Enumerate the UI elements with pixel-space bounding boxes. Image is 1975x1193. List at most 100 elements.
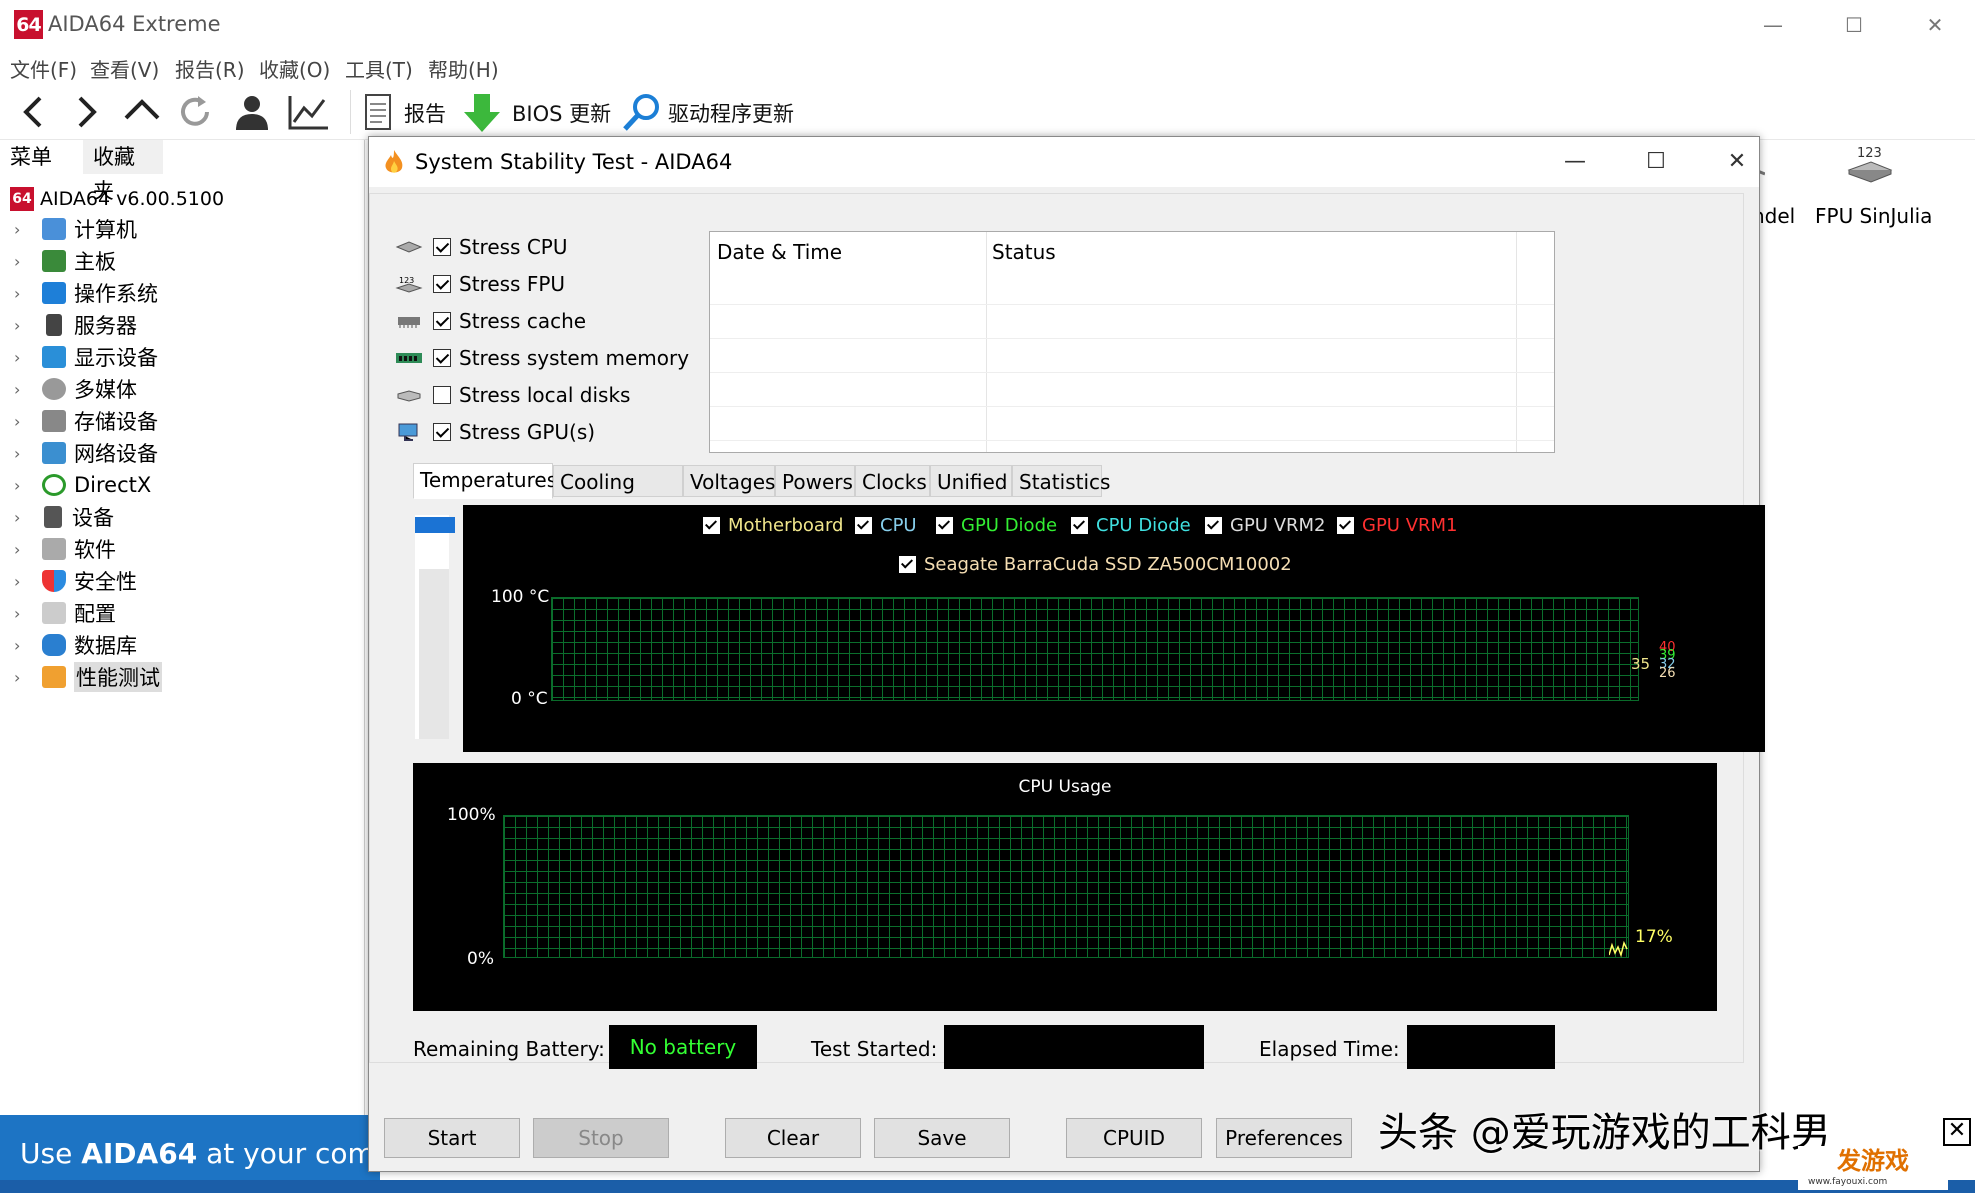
back-arrow-icon[interactable]: [12, 92, 56, 132]
stress-memory-checkbox[interactable]: [433, 349, 451, 367]
legend-checkbox[interactable]: [703, 517, 720, 534]
maximize-button[interactable]: ☐: [1837, 10, 1871, 40]
stop-button[interactable]: Stop: [533, 1118, 669, 1158]
dialog-close-button[interactable]: ✕: [1717, 147, 1757, 177]
tab-powers[interactable]: Powers: [775, 465, 855, 497]
legend-cpu-diode[interactable]: CPU Diode: [1071, 515, 1191, 536]
tree-item-server[interactable]: › 服务器: [14, 310, 137, 340]
menu-report[interactable]: 报告(R): [175, 54, 245, 83]
tree-item-directx[interactable]: › DirectX: [14, 470, 151, 500]
bios-update-download-icon[interactable]: [460, 92, 504, 132]
legend-gpu-vrm1[interactable]: GPU VRM1: [1337, 515, 1458, 536]
tree-item-storage[interactable]: › 存储设备: [14, 406, 158, 436]
report-button-label[interactable]: 报告: [404, 98, 446, 128]
chevron-right-icon[interactable]: ›: [14, 412, 32, 431]
tree-root[interactable]: 64 AIDA64 v6.00.5100: [10, 184, 224, 214]
tree-item-benchmark[interactable]: › 性能测试: [14, 662, 162, 692]
legend-checkbox[interactable]: [936, 517, 953, 534]
legend-gpu-diode[interactable]: GPU Diode: [936, 515, 1057, 536]
tree-item-security[interactable]: › 安全性: [14, 566, 137, 596]
legend-gpu-vrm2[interactable]: GPU VRM2: [1205, 515, 1326, 536]
chevron-right-icon[interactable]: ›: [14, 220, 32, 239]
menu-view[interactable]: 查看(V): [90, 54, 159, 83]
chevron-right-icon[interactable]: ›: [14, 668, 32, 687]
close-button[interactable]: ✕: [1918, 10, 1952, 40]
stress-memory-option[interactable]: Stress system memory: [395, 344, 689, 372]
stress-cpu-option[interactable]: Stress CPU: [395, 233, 568, 261]
chevron-right-icon[interactable]: ›: [14, 348, 32, 367]
stress-cache-option[interactable]: Stress cache: [395, 307, 586, 335]
up-arrow-icon[interactable]: [120, 92, 164, 132]
tab-unified[interactable]: Unified: [930, 465, 1012, 497]
tab-voltages[interactable]: Voltages: [683, 465, 775, 497]
tree-item-database[interactable]: › 数据库: [14, 630, 137, 660]
chevron-right-icon[interactable]: ›: [14, 540, 32, 559]
tree-item-software[interactable]: › 软件: [14, 534, 116, 564]
stress-fpu-checkbox[interactable]: [433, 275, 451, 293]
chevron-right-icon[interactable]: ›: [14, 252, 32, 271]
tree-item-devices[interactable]: › 设备: [14, 502, 114, 532]
preferences-button[interactable]: Preferences: [1216, 1118, 1352, 1158]
menu-file[interactable]: 文件(F): [10, 54, 77, 83]
close-icon[interactable]: ✕: [1943, 1118, 1971, 1146]
stress-cache-checkbox[interactable]: [433, 312, 451, 330]
tree-item-config[interactable]: › 配置: [14, 598, 116, 628]
legend-motherboard[interactable]: Motherboard: [703, 515, 843, 536]
tab-statistics[interactable]: Statistics: [1012, 465, 1110, 497]
legend-checkbox[interactable]: [899, 556, 916, 573]
tab-menu[interactable]: 菜单: [0, 140, 62, 174]
sensor-list-scrollbar[interactable]: [419, 569, 449, 739]
stress-disks-option[interactable]: Stress local disks: [395, 381, 630, 409]
date-time-header[interactable]: Date & Time: [717, 240, 842, 264]
report-document-icon[interactable]: [356, 92, 400, 132]
menu-help[interactable]: 帮助(H): [428, 54, 499, 83]
refresh-icon[interactable]: [174, 92, 218, 132]
chevron-right-icon[interactable]: ›: [14, 508, 32, 527]
chevron-right-icon[interactable]: ›: [14, 284, 32, 303]
chevron-right-icon[interactable]: ›: [14, 476, 32, 495]
dialog-minimize-button[interactable]: —: [1555, 147, 1595, 177]
chevron-right-icon[interactable]: ›: [14, 316, 32, 335]
tab-cooling-fans[interactable]: Cooling Fans: [553, 465, 683, 526]
chevron-right-icon[interactable]: ›: [14, 604, 32, 623]
graph-icon[interactable]: [286, 92, 330, 132]
dialog-maximize-button[interactable]: ☐: [1636, 147, 1676, 177]
chevron-right-icon[interactable]: ›: [14, 380, 32, 399]
driver-update-search-icon[interactable]: [620, 92, 664, 132]
cpuid-button[interactable]: CPUID: [1066, 1118, 1202, 1158]
sensor-list-scroll-thumb[interactable]: [415, 517, 455, 533]
status-header[interactable]: Status: [992, 240, 1056, 264]
bios-update-label[interactable]: BIOS 更新: [512, 98, 611, 128]
tree-item-motherboard[interactable]: › 主板: [14, 246, 116, 276]
tab-clocks[interactable]: Clocks: [855, 465, 930, 497]
tree-item-multimedia[interactable]: › 多媒体: [14, 374, 137, 404]
chevron-right-icon[interactable]: ›: [14, 444, 32, 463]
chevron-right-icon[interactable]: ›: [14, 636, 32, 655]
tab-favorites[interactable]: 收藏夹: [83, 140, 163, 203]
legend-checkbox[interactable]: [855, 517, 872, 534]
chevron-right-icon[interactable]: ›: [14, 572, 32, 591]
legend-checkbox[interactable]: [1337, 517, 1354, 534]
legend-checkbox[interactable]: [1071, 517, 1088, 534]
menu-tools[interactable]: 工具(T): [345, 54, 413, 83]
legend-cpu[interactable]: CPU: [855, 515, 917, 536]
legend-ssd[interactable]: Seagate BarraCuda SSD ZA500CM10002: [899, 554, 1292, 575]
stress-gpu-checkbox[interactable]: [433, 423, 451, 441]
minimize-button[interactable]: —: [1756, 10, 1790, 40]
menu-favorites[interactable]: 收藏(O): [259, 54, 330, 83]
stress-cpu-checkbox[interactable]: [433, 238, 451, 256]
clear-button[interactable]: Clear: [725, 1118, 861, 1158]
tree-item-os[interactable]: › 操作系统: [14, 278, 158, 308]
fpu-sinjulia-label[interactable]: FPU SinJulia: [1815, 204, 1932, 228]
driver-update-label[interactable]: 驱动程序更新: [668, 98, 794, 128]
start-button[interactable]: Start: [384, 1118, 520, 1158]
tree-item-display[interactable]: › 显示设备: [14, 342, 158, 372]
stress-gpu-option[interactable]: Stress GPU(s): [395, 418, 595, 446]
stress-fpu-option[interactable]: 123 Stress FPU: [395, 270, 565, 298]
tab-temperatures[interactable]: Temperatures: [413, 463, 557, 499]
legend-checkbox[interactable]: [1205, 517, 1222, 534]
user-icon[interactable]: [230, 92, 274, 132]
tree-item-network[interactable]: › 网络设备: [14, 438, 158, 468]
save-button[interactable]: Save: [874, 1118, 1010, 1158]
forward-arrow-icon[interactable]: [64, 92, 108, 132]
